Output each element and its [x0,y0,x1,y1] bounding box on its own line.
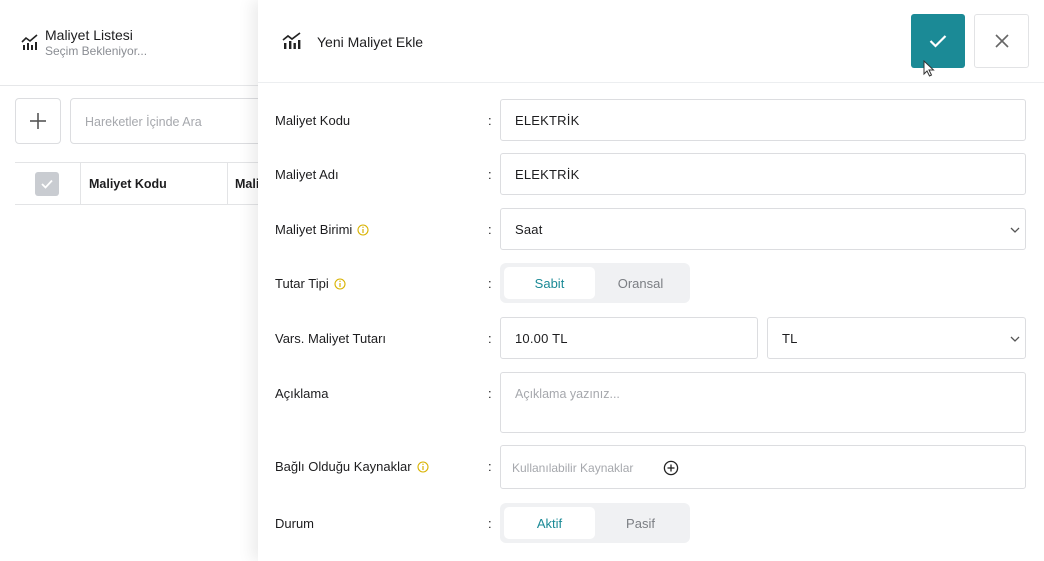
description-textarea[interactable]: Açıklama yazınız... [500,372,1026,433]
cost-list-panel: Maliyet Listesi Seçim Bekleniyor... Hare… [0,0,275,561]
add-cost-button[interactable] [15,98,61,144]
field-separator: : [488,386,492,401]
resources-placeholder: Kullanılabilir Kaynaklar [512,461,634,475]
search-placeholder: Hareketler İçinde Ara [85,115,202,129]
field-separator: : [488,222,492,237]
column-divider [80,163,81,204]
status-label: Durum [275,516,315,531]
check-icon [41,179,53,189]
default-amount-input[interactable]: 10.00 TL [500,317,758,359]
default-amount-value: 10.00 TL [515,331,568,346]
drawer-header: Yeni Maliyet Ekle [258,0,1044,83]
cost-code-input[interactable]: ELEKTRİK [500,99,1026,141]
chart-bars-icon [282,32,301,49]
description-placeholder: Açıklama yazınız... [515,387,620,401]
info-icon[interactable] [417,460,429,473]
cost-code-value: ELEKTRİK [515,113,580,128]
column-header-cost-name[interactable]: Mali [235,177,259,191]
field-separator: : [488,113,492,128]
new-cost-drawer: Yeni Maliyet Ekle Maliyet Kodu : ELEKTRİ… [258,0,1044,561]
field-separator: : [488,516,492,531]
currency-value: TL [782,331,798,346]
field-separator: : [488,459,492,474]
movements-search-input[interactable]: Hareketler İçinde Ara [70,98,270,144]
column-divider [227,163,228,204]
select-all-checkbox[interactable] [35,172,59,196]
resources-input[interactable]: Kullanılabilir Kaynaklar [500,445,1026,489]
save-button[interactable] [911,14,965,68]
currency-select[interactable]: TL [767,317,1026,359]
info-icon[interactable] [357,223,369,236]
description-label: Açıklama [275,386,329,401]
mouse-cursor-icon [923,60,935,77]
info-icon[interactable] [334,277,346,290]
cost-name-value: ELEKTRİK [515,167,580,182]
close-button[interactable] [974,14,1029,68]
cost-unit-value: Saat [515,222,543,237]
drawer-title: Yeni Maliyet Ekle [317,34,424,50]
column-header-cost-code[interactable]: Maliyet Kodu [89,177,167,191]
status-option-active[interactable]: Aktif [504,507,595,539]
amount-type-toggle: Sabit Oransal [500,263,690,303]
field-separator: : [488,167,492,182]
status-option-passive[interactable]: Pasif [595,507,686,539]
cost-list-header: Maliyet Listesi Seçim Bekleniyor... [0,0,258,86]
chart-bars-icon [21,34,38,50]
field-separator: : [488,276,492,291]
cost-list-subtitle: Seçim Bekleniyor... [45,44,148,58]
cost-code-label: Maliyet Kodu [275,113,351,128]
resources-label: Bağlı Olduğu Kaynaklar [275,459,429,474]
default-amount-label: Vars. Maliyet Tutarı [275,331,387,346]
status-toggle: Aktif Pasif [500,503,690,543]
check-icon [929,35,947,48]
chevron-down-icon [1010,227,1020,233]
cost-table-header: Maliyet Kodu Mali [15,162,275,205]
amount-type-option-fixed[interactable]: Sabit [504,267,595,299]
close-icon [994,34,1009,48]
amount-type-label: Tutar Tipi [275,276,346,291]
plus-circle-icon[interactable] [663,460,679,476]
field-separator: : [488,331,492,346]
chevron-down-icon [1010,336,1020,342]
cost-list-title: Maliyet Listesi [45,27,133,43]
plus-icon [30,113,46,129]
cost-unit-select[interactable]: Saat [500,208,1026,250]
amount-type-option-ratio[interactable]: Oransal [595,267,686,299]
cost-unit-label: Maliyet Birimi [275,222,369,237]
cost-name-label: Maliyet Adı [275,167,339,182]
cost-name-input[interactable]: ELEKTRİK [500,153,1026,195]
